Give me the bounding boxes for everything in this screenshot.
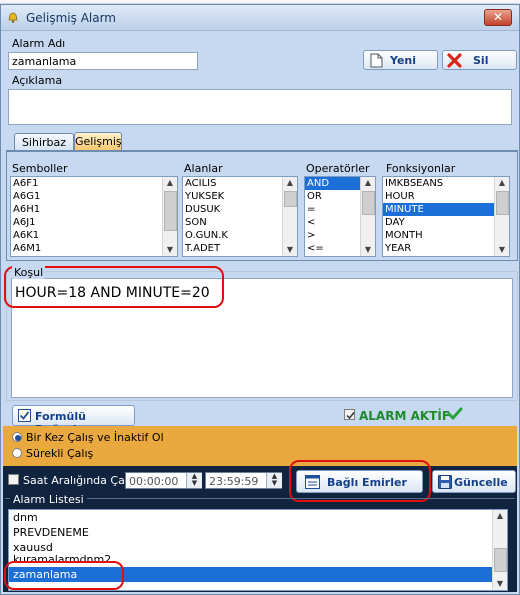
alarm-active-label: ALARM AKTİF [359,409,451,423]
symbols-header: Semboller [12,162,68,175]
list-item[interactable]: dnm [9,510,507,525]
list-item[interactable]: HOUR [383,190,509,203]
run-once-radio[interactable] [12,432,22,442]
list-item[interactable]: xauusd [9,540,507,555]
functions-list[interactable]: IMKBSEANS HOUR MINUTE DAY MONTH YEAR ▲ ▼ [382,176,510,257]
functions-header: Fonksiyonlar [386,162,456,175]
scroll-thumb[interactable] [362,191,375,215]
functions-scrollbar[interactable]: ▲ ▼ [494,177,509,256]
symbols-scrollbar[interactable]: ▲ ▼ [162,177,177,256]
end-time-value: 23:59:59 [209,475,259,488]
scroll-down-icon[interactable]: ▼ [283,244,297,256]
scroll-thumb[interactable] [284,191,297,207]
time-range-checkbox[interactable] [8,474,19,485]
list-item[interactable]: DAY [383,216,509,229]
scroll-down-icon[interactable]: ▼ [361,244,375,256]
list-item[interactable]: O.GUN.K [183,229,297,242]
scroll-down-icon[interactable]: ▼ [163,244,177,256]
operators-list[interactable]: AND OR = < > <= ▲ ▼ [304,176,376,257]
scroll-up-icon[interactable]: ▲ [163,177,177,189]
update-button[interactable]: Güncelle [432,470,516,493]
alarm-name-value: zamanlama [12,55,77,68]
run-once-label: Bir Kez Çalış ve İnaktif Ol [26,431,164,444]
end-time-spinner[interactable]: ▲ ▼ [266,473,282,488]
new-button[interactable]: Yeni [363,50,438,70]
list-item[interactable]: T.ADET [183,242,297,255]
description-input[interactable] [8,89,512,125]
operators-scrollbar[interactable]: ▲ ▼ [360,177,375,256]
spin-down-icon[interactable]: ▼ [187,480,202,487]
start-time-value: 00:00:00 [129,475,179,488]
operators-header: Operatörler [306,162,370,175]
run-continuous-radio[interactable] [12,448,22,458]
scroll-up-icon[interactable]: ▲ [495,177,509,189]
alarm-active-checkbox[interactable] [344,409,355,420]
alarm-list-scrollbar[interactable]: ▲ ▼ [492,510,507,590]
start-time-input[interactable]: 00:00:00 ▲ ▼ [125,472,202,489]
end-time-input[interactable]: 23:59:59 ▲ ▼ [205,472,282,489]
list-item[interactable]: MONTH [383,229,509,242]
delete-button[interactable]: Sil [442,50,517,70]
run-continuous-label: Sürekli Çalış [26,447,94,460]
scroll-up-icon[interactable]: ▲ [493,510,507,522]
list-item[interactable]: A6K1 [11,229,177,242]
scroll-down-icon[interactable]: ▼ [493,578,507,590]
scroll-thumb[interactable] [496,191,509,215]
verify-formula-button[interactable]: Formülü Doğrula [12,405,135,436]
check-icon [18,409,31,425]
scroll-thumb[interactable] [164,191,177,231]
alarm-name-input[interactable]: zamanlama [8,52,198,70]
list-item[interactable]: PREVDENEME [9,525,507,540]
list-item[interactable]: DUSUK [183,203,297,216]
update-button-label: Güncelle [454,476,508,489]
scroll-down-icon[interactable]: ▼ [495,244,509,256]
time-range-label: Saat Aralığında Çalış [23,474,137,487]
spin-down-icon[interactable]: ▼ [267,480,282,487]
checkmark-icon [346,412,355,420]
new-document-icon [370,53,383,71]
list-item[interactable]: A6F1 [11,177,177,190]
scroll-up-icon[interactable]: ▲ [283,177,297,189]
tab-sihirbaz[interactable]: Sihirbaz [14,133,74,151]
save-disk-icon [438,475,452,492]
list-item[interactable]: A6H1 [11,203,177,216]
list-item[interactable]: YUKSEK [183,190,297,203]
close-button[interactable]: ✕ [484,9,512,26]
list-item[interactable]: A6J1 [11,216,177,229]
scroll-up-icon[interactable]: ▲ [361,177,375,189]
fields-scrollbar[interactable]: ▲ ▼ [282,177,297,256]
bell-icon [6,10,20,24]
start-time-spinner[interactable]: ▲ ▼ [186,473,202,488]
highlight-linked-orders-oval [289,460,431,502]
list-item[interactable]: A6M1 [11,242,177,255]
description-value [9,90,511,96]
highlight-selected-alarm-oval [4,561,124,590]
symbols-list[interactable]: A6F1 A6G1 A6H1 A6J1 A6K1 A6M1 ▲ ▼ [10,176,178,257]
delete-button-label: Sil [473,54,489,67]
list-item[interactable]: IMKBSEANS [383,177,509,190]
list-item[interactable]: ACILIS [183,177,297,190]
list-item[interactable]: YEAR [383,242,509,255]
list-item[interactable]: SON [183,216,297,229]
list-item[interactable]: A6G1 [11,190,177,203]
alarm-list-label: Alarm Listesi [10,493,87,506]
tab-gelismis[interactable]: Gelişmiş [74,132,122,151]
active-check-icon [447,407,463,424]
new-button-label: Yeni [390,54,417,67]
description-label: Açıklama [12,74,63,87]
window-title: Gelişmiş Alarm [26,11,116,25]
list-item[interactable]: MINUTE [383,203,509,216]
scroll-thumb[interactable] [494,548,507,572]
fields-header: Alanlar [184,162,223,175]
delete-x-icon [447,53,462,71]
condition-label: Koşul [12,266,46,279]
alarm-name-label: Alarm Adı [12,37,66,50]
fields-list[interactable]: ACILIS YUKSEK DUSUK SON O.GUN.K T.ADET ▲… [182,176,298,257]
